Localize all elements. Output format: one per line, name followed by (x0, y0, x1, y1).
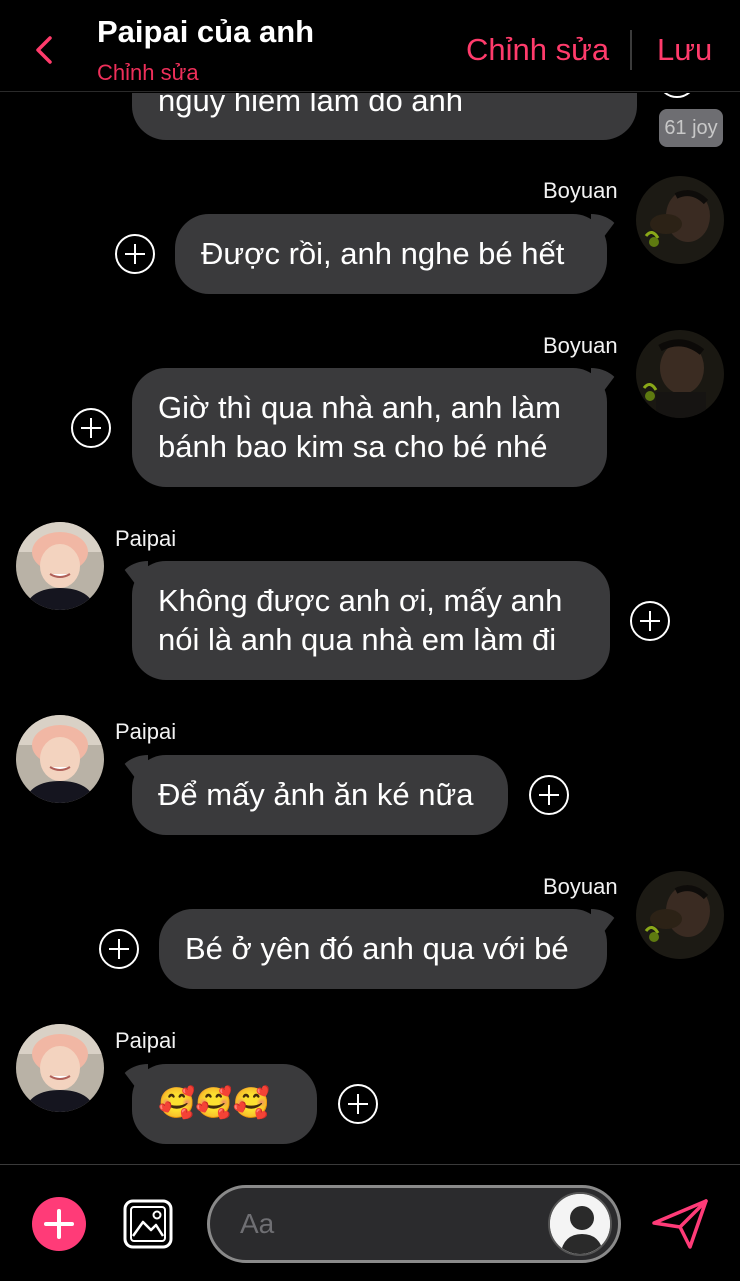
add-reaction-icon[interactable] (70, 407, 112, 449)
message-bubble[interactable]: Để mấy ảnh ăn ké nữa (132, 755, 508, 835)
message-bubble[interactable]: Bé ở yên đó anh qua với bé (159, 909, 607, 989)
save-button[interactable]: Lưu (657, 32, 712, 68)
paipai-avatar[interactable] (16, 522, 104, 610)
message-text-line: Không được anh ơi, mấy anh (158, 583, 563, 618)
header-divider (630, 30, 632, 70)
message-text-line: nói là anh qua nhà em làm đi (158, 622, 557, 657)
edit-button[interactable]: Chỉnh sửa (466, 32, 609, 68)
message-text-line: bánh bao kim sa cho bé nhé (158, 429, 548, 464)
sender-name: Paipai (115, 1028, 177, 1053)
send-icon[interactable] (650, 1195, 710, 1251)
sender-name: Paipai (115, 719, 177, 744)
sender-name: Boyuan (543, 333, 618, 358)
joy-badge: 61 joy (659, 109, 723, 147)
message-bubble[interactable]: Được rồi, anh nghe bé hết (175, 214, 607, 294)
add-reaction-icon[interactable] (629, 600, 671, 642)
add-reaction-icon[interactable] (114, 233, 156, 275)
back-chevron-icon[interactable] (28, 30, 60, 70)
add-reaction-icon[interactable] (528, 774, 570, 816)
plus-icon (44, 1209, 74, 1239)
message-list[interactable]: nguy hiểm lắm đó anh 61 joy Boyuan Được … (0, 93, 740, 1163)
message-text: Để mấy ảnh ăn ké nữa (158, 777, 474, 812)
boyuan-avatar[interactable] (636, 330, 724, 418)
message-text-line: Giờ thì qua nhà anh, anh làm (158, 390, 561, 425)
boyuan-avatar[interactable] (636, 176, 724, 264)
message-text: Được rồi, anh nghe bé hết (201, 236, 565, 271)
message-bubble[interactable]: Không được anh ơi, mấy anh nói là anh qu… (132, 561, 610, 680)
message-bubble[interactable]: Giờ thì qua nhà anh, anh làm bánh bao ki… (132, 368, 607, 487)
message-bubble[interactable]: 🥰🥰🥰 (132, 1064, 317, 1144)
image-icon[interactable] (122, 1198, 174, 1250)
message-text: nguy hiểm lắm đó anh (158, 93, 464, 118)
paipai-avatar[interactable] (16, 1024, 104, 1112)
add-reaction-icon[interactable] (98, 928, 140, 970)
add-reaction-icon[interactable] (337, 1083, 379, 1125)
message-input[interactable]: Aa (207, 1185, 621, 1263)
message-input-placeholder: Aa (240, 1208, 275, 1239)
add-button[interactable] (32, 1197, 86, 1251)
sender-name: Paipai (115, 526, 177, 551)
boyuan-avatar[interactable] (636, 871, 724, 959)
sender-name: Boyuan (543, 874, 618, 899)
message-bubble[interactable]: nguy hiểm lắm đó anh (132, 93, 637, 140)
profile-avatar-icon[interactable] (548, 1192, 612, 1256)
chat-title: Paipai của anh (97, 14, 315, 49)
composer-bar: Aa (0, 1164, 740, 1281)
message-text: Bé ở yên đó anh qua với bé (185, 931, 569, 966)
chat-subtitle: Chỉnh sửa (97, 60, 199, 85)
sender-name: Boyuan (543, 178, 618, 203)
chat-header: Paipai của anh Chỉnh sửa Chỉnh sửa Lưu (0, 0, 740, 92)
message-text: 🥰🥰🥰 (158, 1087, 271, 1120)
paipai-avatar[interactable] (16, 715, 104, 803)
partial-add-reaction-icon[interactable] (656, 93, 698, 99)
